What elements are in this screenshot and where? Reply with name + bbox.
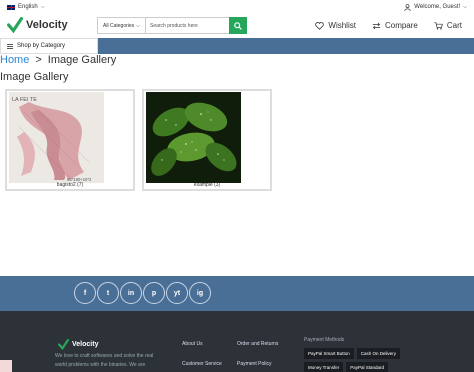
language-label: English: [18, 4, 38, 10]
facebook-icon[interactable]: f: [74, 282, 96, 304]
scarf-overlay-brand: LA FEI TE: [12, 97, 37, 103]
cart-link[interactable]: Cart: [434, 21, 462, 30]
gallery-card[interactable]: LA FEI TE 65*180+10*2 bagisto2 (7): [5, 89, 135, 191]
gallery-card-caption: example (3): [193, 182, 221, 188]
chevron-down-icon: ⌵: [40, 4, 45, 10]
footer: Velocity We love to craft softwares and …: [0, 311, 474, 372]
category-bar: Shop by Category: [0, 38, 474, 54]
category-select-label: All Categories: [103, 22, 135, 29]
gallery-card[interactable]: example (3): [142, 89, 272, 191]
compare-arrows-icon: [372, 22, 381, 29]
footer-tagline: We love to craft softwares and solve the…: [55, 353, 154, 368]
gallery-card-caption: bagisto2 (7): [56, 182, 84, 188]
customer-service-link[interactable]: Customer Service: [182, 361, 222, 367]
shop-by-category-button[interactable]: Shop by Category: [0, 38, 98, 54]
social-links: f t in p yt ig: [74, 282, 211, 304]
breadcrumb-current: Image Gallery: [47, 54, 117, 66]
welcome-label: Welcome, Guest!: [414, 4, 461, 10]
chat-widget-icon[interactable]: [0, 360, 12, 372]
youtube-icon[interactable]: yt: [166, 282, 188, 304]
search-bar: All Categories ⌵: [97, 17, 247, 34]
header: Velocity All Categories ⌵ Wishlist Compa…: [0, 14, 474, 38]
image-gallery: LA FEI TE 65*180+10*2 bagisto2 (7) examp…: [5, 89, 272, 191]
logo-check-icon: [58, 339, 69, 350]
account-menu[interactable]: Welcome, Guest! ⌵: [404, 3, 467, 11]
breadcrumb-home-link[interactable]: Home: [0, 54, 29, 66]
payment-method-badge: PayPal Smart Button: [304, 348, 354, 359]
heart-icon: [315, 21, 325, 30]
payment-method-badge: PayPal Standard: [346, 362, 389, 372]
cart-label: Cart: [446, 21, 462, 30]
compare-label: Compare: [384, 21, 418, 30]
payment-policy-link[interactable]: Payment Policy: [237, 361, 271, 367]
search-icon: [234, 21, 242, 30]
breadcrumb: Home > Image Gallery: [0, 54, 116, 66]
compare-link[interactable]: Compare: [372, 21, 418, 30]
chevron-down-icon: ⌵: [463, 4, 467, 10]
payment-method-badge: Money Transfer: [304, 362, 344, 372]
order-returns-link[interactable]: Order and Returns: [237, 341, 278, 347]
top-bar: English ⌵ Welcome, Guest! ⌵: [0, 0, 474, 14]
uk-flag-icon: [7, 4, 15, 10]
menu-icon: [7, 43, 13, 49]
shop-by-category-label: Shop by Category: [17, 43, 66, 49]
wishlist-link[interactable]: Wishlist: [315, 21, 356, 30]
instagram-icon[interactable]: ig: [189, 282, 211, 304]
search-button[interactable]: [229, 17, 247, 34]
leaves-image[interactable]: [146, 92, 241, 183]
logo[interactable]: Velocity: [7, 17, 68, 33]
payment-methods-title: Payment Methods: [304, 337, 345, 343]
about-us-link[interactable]: About Us: [182, 341, 203, 347]
logo-check-icon: [7, 17, 23, 33]
page-title: Image Gallery: [0, 71, 69, 83]
scarf-image[interactable]: LA FEI TE 65*180+10*2: [9, 92, 104, 183]
breadcrumb-separator: >: [35, 54, 42, 66]
user-icon: [404, 3, 411, 11]
wishlist-label: Wishlist: [328, 21, 356, 30]
payment-method-badge: Cash On Delivery: [356, 348, 401, 359]
category-select[interactable]: All Categories ⌵: [98, 18, 146, 33]
logo-text: Velocity: [26, 19, 68, 31]
pinterest-icon[interactable]: p: [143, 282, 165, 304]
language-selector[interactable]: English ⌵: [7, 4, 44, 10]
social-band: f t in p yt ig: [0, 276, 474, 311]
cart-icon: [434, 21, 443, 30]
chevron-down-icon: ⌵: [136, 22, 140, 29]
twitter-icon[interactable]: t: [97, 282, 119, 304]
linkedin-icon[interactable]: in: [120, 282, 142, 304]
payment-methods-list: PayPal Smart Button Cash On Delivery Mon…: [304, 348, 434, 372]
search-input[interactable]: [146, 18, 227, 33]
footer-logo[interactable]: Velocity: [58, 339, 98, 350]
header-nav: Wishlist Compare Cart: [315, 21, 462, 30]
footer-brand: Velocity: [72, 341, 99, 348]
